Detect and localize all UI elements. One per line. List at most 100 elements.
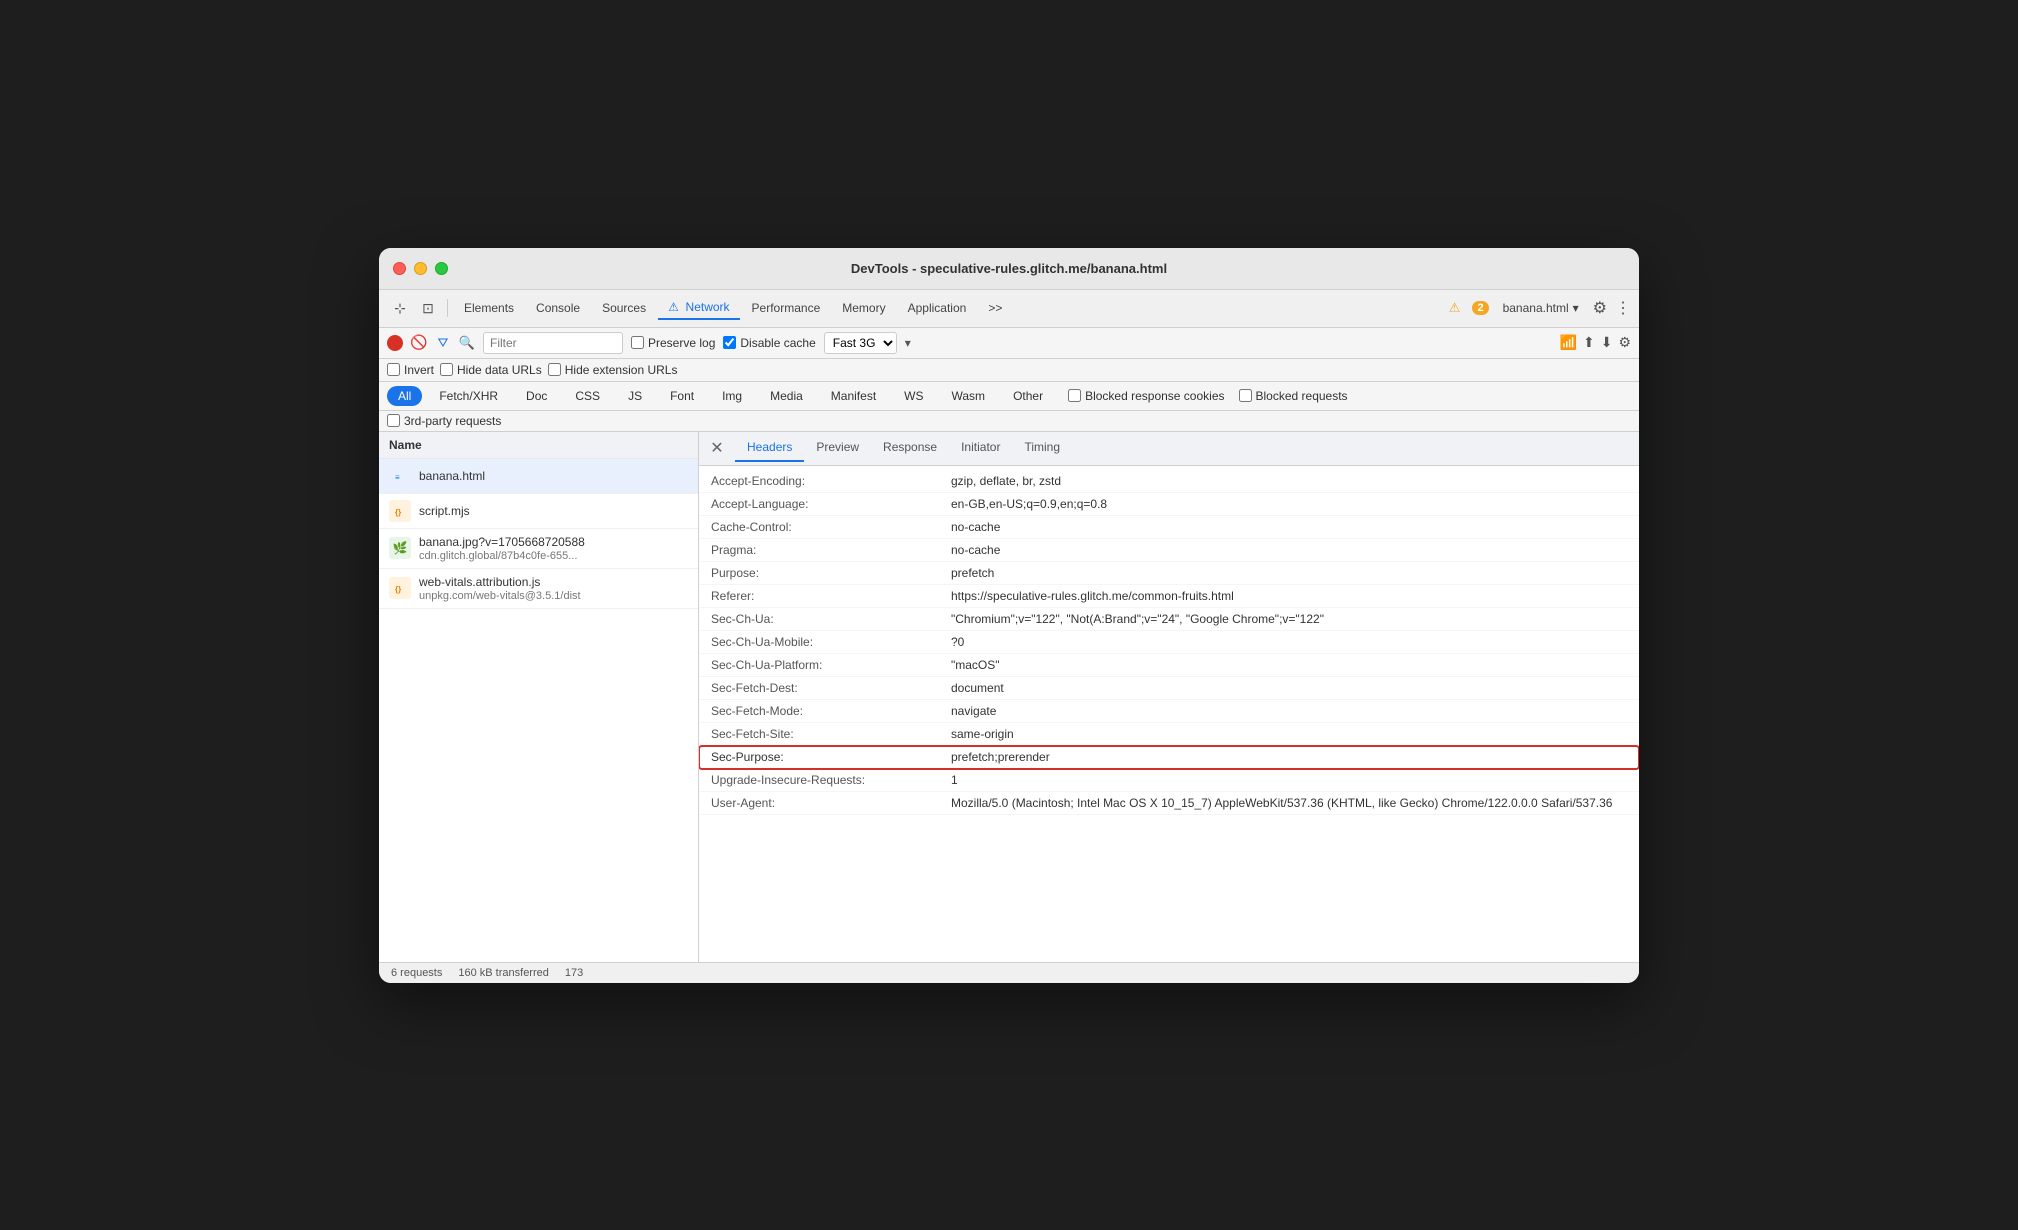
download-icon[interactable]: ⬇ [1601,334,1613,351]
filter-chip-font[interactable]: Font [659,386,705,406]
header-value: same-origin [951,727,1627,741]
invert-label[interactable]: Invert [387,363,434,377]
transferred-size: 160 kB transferred [458,967,549,979]
filter-chip-all[interactable]: All [387,386,422,406]
header-value: navigate [951,704,1627,718]
tab-performance[interactable]: Performance [742,297,831,319]
filter-chip-js[interactable]: JS [617,386,653,406]
clear-button[interactable]: 🚫 [411,335,427,351]
status-bar: 6 requests 160 kB transferred 173 [379,962,1639,983]
file-icon-html: ≡ [389,465,411,487]
minimize-button[interactable] [414,262,427,275]
cursor-icon[interactable]: ⊹ [387,295,413,321]
preserve-log-label[interactable]: Preserve log [631,336,715,350]
tab-response[interactable]: Response [871,434,949,462]
third-party-checkbox[interactable] [387,414,400,427]
tab-network[interactable]: ⚠ Network [658,296,739,320]
close-button[interactable] [393,262,406,275]
filter-chip-fetch[interactable]: Fetch/XHR [428,386,509,406]
filter-chip-other[interactable]: Other [1002,386,1054,406]
header-name: Cache-Control: [711,520,951,534]
tab-memory[interactable]: Memory [832,297,895,319]
header-value: "macOS" [951,658,1627,672]
tab-application[interactable]: Application [898,297,977,319]
tab-more[interactable]: >> [978,297,1012,319]
settings-icon[interactable]: ⚙ [1593,298,1607,318]
disable-cache-checkbox[interactable] [723,336,736,349]
blocked-requests-checkbox[interactable] [1239,389,1252,402]
tab-initiator[interactable]: Initiator [949,434,1012,462]
header-row: Sec-Purpose:prefetch;prerender [699,746,1639,769]
blocked-response-cookies-label[interactable]: Blocked response cookies [1068,389,1224,403]
filter-chip-wasm[interactable]: Wasm [941,386,997,406]
header-row: Purpose:prefetch [699,562,1639,585]
inspect-icon[interactable]: ⊡ [415,295,441,321]
maximize-button[interactable] [435,262,448,275]
close-detail-button[interactable]: ✕ [707,438,727,458]
header-name: Sec-Fetch-Site: [711,727,951,741]
sidebar-item-filename: banana.jpg?v=1705668720588 cdn.glitch.gl… [419,535,585,562]
filter-chip-media[interactable]: Media [759,386,814,406]
controls-bar: 🚫 ⛛ 🔍 Preserve log Disable cache Fast 3G… [379,328,1639,359]
third-party-label[interactable]: 3rd-party requests [387,414,501,428]
hide-extension-urls-label[interactable]: Hide extension URLs [548,363,678,377]
header-row: Accept-Encoding:gzip, deflate, br, zstd [699,470,1639,493]
filter-input[interactable] [483,332,623,354]
headers-table: Accept-Encoding:gzip, deflate, br, zstdA… [699,466,1639,962]
sidebar-item-web-vitals[interactable]: {} web-vitals.attribution.js unpkg.com/w… [379,569,698,609]
header-name: Purpose: [711,566,951,580]
header-name: Sec-Ch-Ua-Platform: [711,658,951,672]
hide-extension-urls-checkbox[interactable] [548,363,561,376]
header-value: no-cache [951,543,1627,557]
header-name: Accept-Encoding: [711,474,951,488]
sidebar-item-banana-jpg[interactable]: 🌿 banana.jpg?v=1705668720588 cdn.glitch.… [379,529,698,569]
filename-selector[interactable]: banana.html ▾ [1497,299,1585,317]
settings-icon-right[interactable]: ⚙ [1618,334,1631,351]
header-row: Pragma:no-cache [699,539,1639,562]
tab-elements[interactable]: Elements [454,297,524,319]
throttle-chevron-icon: ▾ [905,336,911,350]
devtools-window: DevTools - speculative-rules.glitch.me/b… [379,248,1639,983]
filter-chip-img[interactable]: Img [711,386,753,406]
tab-preview[interactable]: Preview [804,434,871,462]
header-row: Upgrade-Insecure-Requests:1 [699,769,1639,792]
detail-tabs: ✕ Headers Preview Response Initiator Tim… [699,432,1639,466]
hide-data-urls-checkbox[interactable] [440,363,453,376]
preserve-log-checkbox[interactable] [631,336,644,349]
invert-checkbox[interactable] [387,363,400,376]
record-button[interactable] [387,335,403,351]
header-row: Sec-Fetch-Site:same-origin [699,723,1639,746]
blocked-response-cookies-checkbox[interactable] [1068,389,1081,402]
hide-data-urls-label[interactable]: Hide data URLs [440,363,542,377]
filter-icon[interactable]: ⛛ [435,335,451,351]
sidebar-item-banana-html[interactable]: ≡ banana.html [379,459,698,494]
upload-icon[interactable]: ⬆ [1583,334,1595,351]
filter-chip-manifest[interactable]: Manifest [820,386,887,406]
wifi-icon[interactable]: 📶 [1560,334,1577,351]
header-value: en-GB,en-US;q=0.9,en;q=0.8 [951,497,1627,511]
sidebar-header: Name [379,432,698,459]
blocked-requests-label[interactable]: Blocked requests [1239,389,1348,403]
search-icon[interactable]: 🔍 [459,335,475,351]
more-icon[interactable]: ⋮ [1615,298,1631,318]
filter-chip-doc[interactable]: Doc [515,386,558,406]
tab-console[interactable]: Console [526,297,590,319]
requests-count: 6 requests [391,967,442,979]
sidebar-item-filename: web-vitals.attribution.js unpkg.com/web-… [419,575,581,602]
tab-headers[interactable]: Headers [735,434,804,462]
tab-sources[interactable]: Sources [592,297,656,319]
disable-cache-label[interactable]: Disable cache [723,336,815,350]
throttle-select[interactable]: Fast 3G [824,332,897,354]
header-row: Sec-Fetch-Mode:navigate [699,700,1639,723]
size-value: 173 [565,967,583,979]
header-value: ?0 [951,635,1627,649]
window-title: DevTools - speculative-rules.glitch.me/b… [851,261,1167,276]
filter-chip-ws[interactable]: WS [893,386,934,406]
file-icon-img: 🌿 [389,537,411,559]
tab-timing[interactable]: Timing [1012,434,1072,462]
header-row: Cache-Control:no-cache [699,516,1639,539]
warning-icon-count: ⚠ [1449,300,1461,316]
filter-chip-css[interactable]: CSS [564,386,611,406]
sidebar-item-script-mjs[interactable]: {} script.mjs [379,494,698,529]
header-name: Accept-Language: [711,497,951,511]
